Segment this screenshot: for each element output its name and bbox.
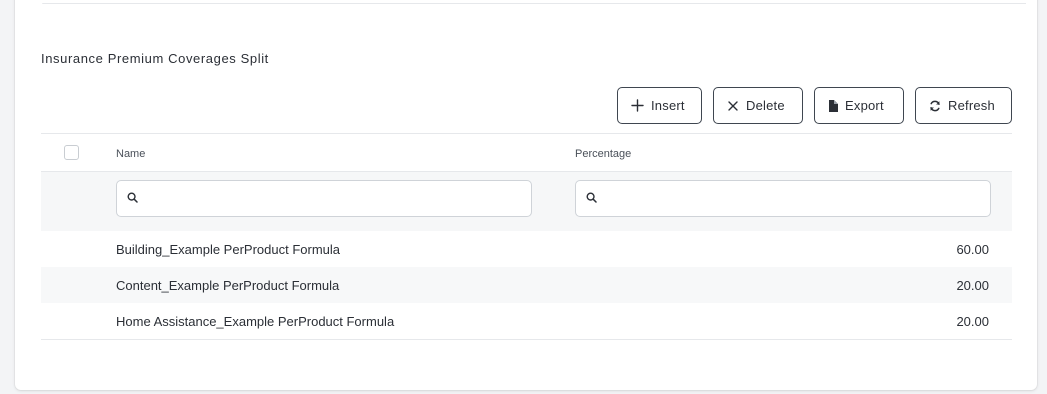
column-header-percentage[interactable]: Percentage: [575, 148, 631, 160]
percentage-filter-input[interactable]: [605, 191, 965, 206]
table-row[interactable]: Home Assistance_Example PerProduct Formu…: [41, 303, 1012, 339]
table-row[interactable]: Content_Example PerProduct Formula 20.00: [41, 267, 1012, 303]
grid-header-row: Name Percentage: [41, 134, 1012, 172]
delete-button[interactable]: Delete: [713, 87, 803, 124]
refresh-button-label: Refresh: [948, 98, 995, 113]
percentage-filter[interactable]: [575, 180, 991, 217]
table-row[interactable]: Building_Example PerProduct Formula 60.0…: [41, 231, 1012, 267]
export-button-label: Export: [845, 98, 884, 113]
export-button[interactable]: Export: [814, 87, 904, 124]
insert-button[interactable]: Insert: [617, 87, 702, 124]
row-name: Home Assistance_Example PerProduct Formu…: [116, 314, 395, 329]
grid-toolbar: Insert Delete Export Refresh: [617, 87, 1012, 124]
select-all-checkbox[interactable]: [64, 145, 79, 160]
top-divider: [42, 3, 1026, 4]
file-icon: [828, 99, 838, 112]
search-icon: [127, 190, 138, 208]
row-percentage: 60.00: [956, 242, 989, 257]
search-icon: [586, 190, 597, 208]
close-icon: [727, 100, 739, 112]
row-name: Building_Example PerProduct Formula: [116, 242, 340, 257]
name-filter-input[interactable]: [146, 191, 506, 206]
name-filter[interactable]: [116, 180, 532, 217]
row-percentage: 20.00: [956, 314, 989, 329]
row-percentage: 20.00: [956, 278, 989, 293]
delete-button-label: Delete: [746, 98, 785, 113]
plus-icon: [631, 99, 644, 112]
column-header-name[interactable]: Name: [116, 148, 145, 160]
insert-button-label: Insert: [651, 98, 685, 113]
section-title: Insurance Premium Coverages Split: [41, 51, 269, 66]
refresh-icon: [929, 100, 941, 112]
filter-row: [41, 172, 1012, 231]
row-name: Content_Example PerProduct Formula: [116, 278, 340, 293]
coverages-grid: Name Percentage Building_Example PerProd…: [41, 133, 1012, 340]
refresh-button[interactable]: Refresh: [915, 87, 1012, 124]
